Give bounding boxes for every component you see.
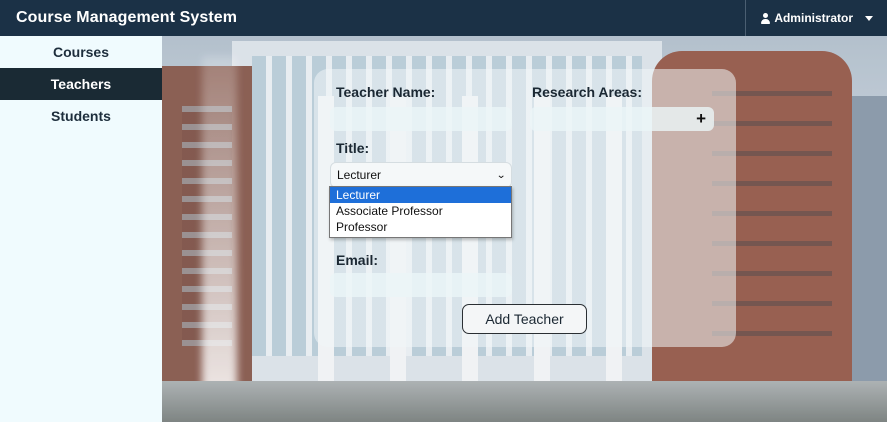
sidebar-item-teachers[interactable]: Teachers (0, 68, 162, 100)
user-menu-label: Administrator (774, 11, 853, 25)
user-menu[interactable]: Administrator (745, 0, 887, 36)
dropdown-option-associate-professor[interactable]: Associate Professor (330, 203, 511, 219)
sidebar-item-courses[interactable]: Courses (0, 36, 162, 68)
add-teacher-button[interactable]: Add Teacher (462, 304, 587, 334)
sidebar-item-students[interactable]: Students (0, 100, 162, 132)
sidebar: Courses Teachers Students (0, 36, 162, 422)
user-icon (760, 12, 771, 24)
email-label: Email: (336, 252, 379, 268)
title-select-value: Lecturer (337, 168, 382, 182)
title-select[interactable]: Lecturer ⌄ (330, 162, 512, 188)
main-content: Teacher Name: Research Areas: + Title: L… (162, 36, 887, 422)
app-title[interactable]: Course Management System (0, 9, 237, 27)
email-input[interactable] (330, 273, 512, 297)
dropdown-option-professor[interactable]: Professor (330, 219, 511, 235)
title-label: Title: (336, 140, 370, 156)
research-areas-input[interactable]: + (530, 107, 714, 131)
plus-icon[interactable]: + (696, 110, 706, 127)
dropdown-option-lecturer[interactable]: Lecturer (330, 187, 511, 203)
top-navbar: Course Management System Administrator (0, 0, 887, 36)
chevron-down-icon: ⌄ (495, 169, 506, 181)
teacher-name-input[interactable] (330, 107, 512, 131)
teacher-name-label: Teacher Name: (336, 84, 436, 100)
add-teacher-form: Teacher Name: Research Areas: + Title: L… (314, 69, 736, 347)
title-dropdown-list: Lecturer Associate Professor Professor (329, 186, 512, 238)
research-areas-label: Research Areas: (532, 84, 642, 100)
caret-down-icon (865, 15, 873, 21)
